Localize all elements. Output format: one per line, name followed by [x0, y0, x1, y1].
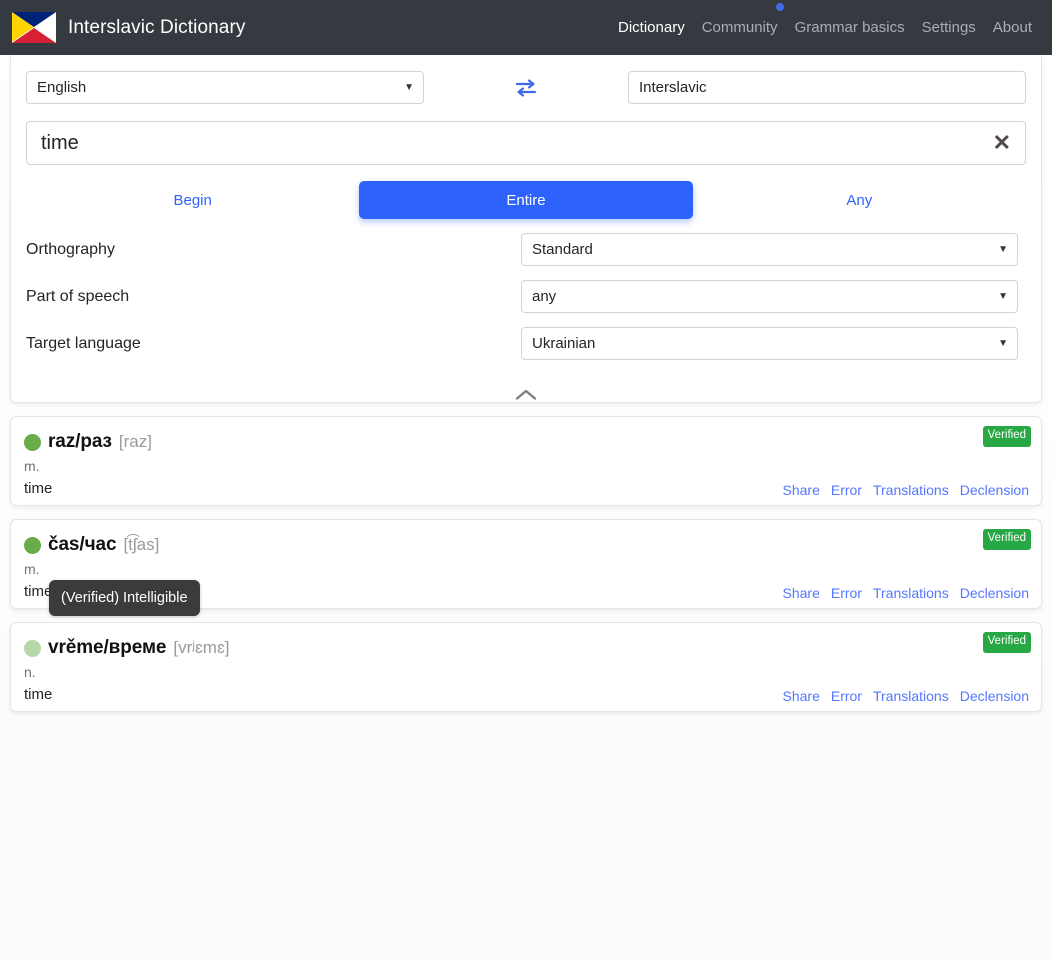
- share-link[interactable]: Share: [783, 688, 820, 704]
- error-link[interactable]: Error: [831, 688, 862, 704]
- chevron-up-icon: [515, 389, 537, 400]
- close-x-icon[interactable]: ✕: [993, 132, 1011, 154]
- interslavic-flag-icon: [12, 12, 56, 43]
- card-actions: Share Error Translations Declension: [783, 482, 1030, 498]
- status-badge: Verified: [982, 426, 1031, 447]
- headword-line: čas/час [t͡ʃas]: [24, 532, 1028, 558]
- source-language-select[interactable]: English ▼: [26, 71, 424, 104]
- notification-dot-icon: [776, 3, 784, 11]
- declension-link[interactable]: Declension: [960, 688, 1029, 704]
- mode-button-entire[interactable]: Entire: [359, 181, 693, 219]
- error-link[interactable]: Error: [831, 585, 862, 601]
- translations-link[interactable]: Translations: [873, 482, 949, 498]
- intelligibility-tooltip: (Verified) Intelligible: [49, 580, 200, 616]
- collapse-panel-button[interactable]: [26, 368, 1026, 402]
- top-navigation-bar: Interslavic Dictionary Dictionary Commun…: [0, 0, 1052, 55]
- headword: raz/раз: [48, 431, 112, 452]
- declension-link[interactable]: Declension: [960, 482, 1029, 498]
- search-input[interactable]: time ✕: [26, 121, 1026, 165]
- status-badge: Verified: [982, 529, 1031, 550]
- mode-button-any[interactable]: Any: [693, 181, 1026, 219]
- share-link[interactable]: Share: [783, 585, 820, 601]
- target-language-select[interactable]: Ukrainian ▼: [521, 327, 1018, 360]
- headword-line: raz/раз [raz]: [24, 429, 1028, 455]
- app-title: Interslavic Dictionary: [68, 16, 246, 38]
- option-row-part-of-speech: Part of speech any ▼: [26, 280, 1026, 313]
- page-content: English ▼ Interslavic time ✕ Begin Entir…: [0, 55, 1052, 712]
- share-link[interactable]: Share: [783, 482, 820, 498]
- part-of-speech-label: Part of speech: [26, 287, 130, 305]
- part-of-speech: m.: [24, 561, 40, 577]
- swap-arrows-icon: [515, 78, 537, 97]
- nav-item-settings[interactable]: Settings: [922, 19, 976, 36]
- nav-item-dictionary[interactable]: Dictionary: [618, 19, 685, 36]
- swap-languages-button[interactable]: [424, 77, 628, 99]
- nav-item-community[interactable]: Community: [702, 19, 778, 36]
- ipa-transcription: [t͡ʃas]: [123, 535, 160, 554]
- source-language-value: English: [37, 79, 87, 96]
- error-link[interactable]: Error: [831, 482, 862, 498]
- nav-links: Dictionary Community Grammar basics Sett…: [618, 19, 1036, 36]
- declension-link[interactable]: Declension: [960, 585, 1029, 601]
- search-panel: English ▼ Interslavic time ✕ Begin Entir…: [10, 55, 1042, 403]
- part-of-speech: n.: [24, 664, 36, 680]
- translations-link[interactable]: Translations: [873, 585, 949, 601]
- orthography-value: Standard: [532, 241, 593, 258]
- part-of-speech-select[interactable]: any ▼: [521, 280, 1018, 313]
- chevron-down-icon: ▼: [998, 290, 1008, 302]
- brand[interactable]: Interslavic Dictionary: [12, 12, 245, 43]
- result-card: Verified vrěme/време [vrʲɛmɛ] n. time Sh…: [10, 622, 1042, 712]
- card-actions: Share Error Translations Declension: [783, 688, 1030, 704]
- target-language-value: Interslavic: [639, 79, 707, 96]
- part-of-speech-value: any: [532, 288, 557, 305]
- search-mode-buttons: Begin Entire Any: [26, 181, 1026, 219]
- ipa-transcription: [raz]: [118, 432, 152, 451]
- orthography-select[interactable]: Standard ▼: [521, 233, 1018, 266]
- ipa-transcription: [vrʲɛmɛ]: [173, 638, 230, 657]
- option-row-target-language: Target language Ukrainian ▼: [26, 327, 1026, 360]
- language-selection-row: English ▼ Interslavic: [26, 71, 1026, 104]
- chevron-down-icon: ▼: [404, 81, 414, 93]
- intelligibility-dot-icon[interactable]: [24, 433, 41, 451]
- translations-link[interactable]: Translations: [873, 688, 949, 704]
- status-badge: Verified: [982, 632, 1031, 653]
- option-row-orthography: Orthography Standard ▼: [26, 233, 1026, 266]
- intelligibility-dot-icon[interactable]: [24, 639, 41, 657]
- nav-item-about[interactable]: About: [993, 19, 1032, 36]
- orthography-label: Orthography: [26, 240, 115, 258]
- headword-line: vrěme/време [vrʲɛmɛ]: [24, 635, 1028, 661]
- headword: vrěme/време: [48, 637, 167, 658]
- result-card: Verified čas/час [t͡ʃas] m. time (Verifi…: [10, 519, 1042, 616]
- target-language-select-value: Ukrainian: [532, 335, 596, 352]
- search-row: time ✕: [26, 121, 1026, 165]
- part-of-speech: m.: [24, 458, 40, 474]
- search-input-value: time: [41, 131, 79, 154]
- intelligibility-dot-icon[interactable]: [24, 536, 41, 554]
- chevron-down-icon: ▼: [998, 337, 1008, 349]
- card-actions: Share Error Translations Declension: [783, 585, 1030, 601]
- result-card: Verified raz/раз [raz] m. time Share Err…: [10, 416, 1042, 506]
- target-language-field[interactable]: Interslavic: [628, 71, 1026, 104]
- chevron-down-icon: ▼: [998, 243, 1008, 255]
- headword: čas/час: [48, 534, 117, 555]
- target-language-label: Target language: [26, 334, 141, 352]
- mode-button-begin[interactable]: Begin: [26, 181, 359, 219]
- nav-item-grammar-basics[interactable]: Grammar basics: [795, 19, 905, 36]
